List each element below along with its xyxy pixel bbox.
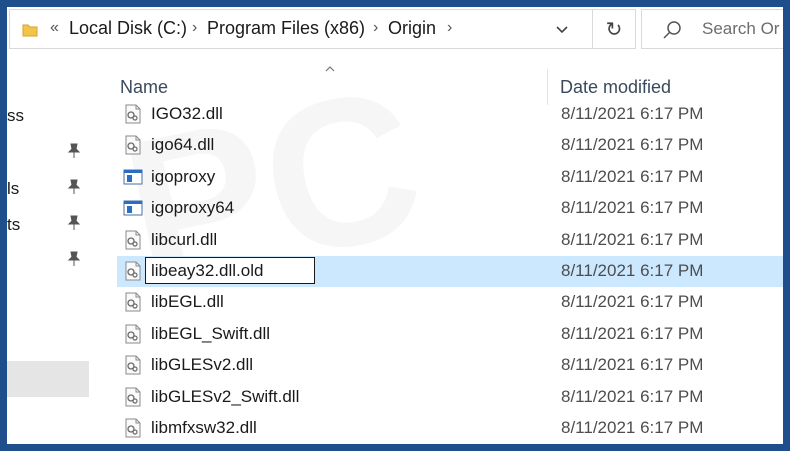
dll-file-icon (125, 324, 141, 344)
nav-item-label[interactable]: ts (7, 215, 20, 235)
file-row[interactable]: IGO32.dll 8/11/2021 6:17 PM (117, 99, 783, 130)
application-icon (123, 200, 143, 216)
rename-input[interactable] (145, 257, 315, 284)
file-date-modified: 8/11/2021 6:17 PM (561, 198, 704, 218)
file-row[interactable]: libcurl.dll 8/11/2021 6:17 PM (117, 225, 783, 256)
pin-icon[interactable] (67, 143, 81, 159)
file-row[interactable]: 8/11/2021 6:17 PM (117, 256, 783, 287)
breadcrumb-origin[interactable]: Origin (388, 18, 436, 39)
file-name: IGO32.dll (151, 104, 223, 123)
file-date-modified: 8/11/2021 6:17 PM (561, 355, 704, 375)
file-name: igo64.dll (151, 135, 215, 155)
file-name: libEGL_Swift.dll (151, 323, 271, 343)
nav-selected-item[interactable] (7, 361, 89, 397)
search-box[interactable]: Search Or (641, 9, 783, 49)
breadcrumb-separator-icon[interactable]: › (373, 19, 378, 37)
search-icon (663, 21, 681, 39)
sort-ascending-icon (325, 66, 335, 72)
refresh-icon: ↻ (605, 18, 623, 41)
column-header-date-modified[interactable]: Date modified (560, 77, 671, 98)
dll-file-icon (125, 418, 141, 438)
nav-item-label[interactable]: ls (7, 179, 19, 199)
dll-file-icon (125, 261, 141, 281)
file-date-modified: 8/11/2021 6:17 PM (561, 229, 704, 249)
dll-file-icon (125, 387, 141, 407)
dll-file-icon (125, 355, 141, 375)
folder-icon (22, 24, 38, 37)
dll-file-icon (125, 135, 141, 155)
file-row[interactable]: igoproxy 8/11/2021 6:17 PM (117, 162, 783, 193)
dll-file-icon (125, 104, 141, 124)
refresh-button[interactable]: ↻ (592, 9, 636, 49)
file-name: libGLESv2_Swift.dll (151, 386, 300, 406)
address-bar[interactable]: « Local Disk (C:) › Program Files (x86) … (9, 9, 594, 49)
pin-icon[interactable] (67, 215, 81, 231)
file-row[interactable]: libGLESv2_Swift.dll 8/11/2021 6:17 PM (117, 382, 783, 413)
file-row[interactable]: igo64.dll 8/11/2021 6:17 PM (117, 130, 783, 161)
file-date-modified: 8/11/2021 6:17 PM (561, 386, 704, 406)
file-row[interactable]: libmfxsw32.dll 8/11/2021 6:17 PM (117, 413, 783, 444)
file-name: libcurl.dll (151, 229, 218, 249)
file-date-modified: 8/11/2021 6:17 PM (561, 323, 704, 343)
navigation-pane: ss ls ts (7, 51, 97, 444)
file-date-modified: 8/11/2021 6:17 PM (561, 292, 704, 312)
file-explorer-window: PC « Local Disk (C:) › Program Files (x8… (7, 7, 783, 444)
file-row[interactable]: igoproxy64 8/11/2021 6:17 PM (117, 193, 783, 224)
file-date-modified: 8/11/2021 6:17 PM (561, 135, 704, 155)
pin-icon[interactable] (67, 251, 81, 267)
nav-item-label[interactable]: ss (7, 106, 24, 126)
breadcrumb-local-disk[interactable]: Local Disk (C:) (69, 18, 187, 39)
breadcrumb-overflow-icon[interactable]: « (50, 19, 59, 37)
column-header-name[interactable]: Name (120, 77, 168, 98)
breadcrumb-separator-icon[interactable]: › (192, 19, 197, 37)
file-name: igoproxy64 (151, 198, 235, 218)
file-row[interactable]: libEGL_Swift.dll 8/11/2021 6:17 PM (117, 319, 783, 350)
file-name: igoproxy (151, 166, 216, 186)
file-name: libEGL.dll (151, 292, 224, 312)
file-date-modified: 8/11/2021 6:17 PM (561, 418, 704, 437)
file-name: libGLESv2.dll (151, 355, 254, 375)
file-name: libmfxsw32.dll (151, 418, 257, 437)
file-date-modified: 8/11/2021 6:17 PM (561, 166, 704, 186)
chevron-down-icon[interactable] (555, 23, 569, 37)
search-placeholder: Search Or (702, 19, 780, 38)
file-date-modified: 8/11/2021 6:17 PM (561, 261, 704, 280)
dll-file-icon (125, 230, 141, 250)
dll-file-icon (125, 292, 141, 312)
file-row[interactable]: libGLESv2.dll 8/11/2021 6:17 PM (117, 350, 783, 381)
breadcrumb-program-files[interactable]: Program Files (x86) (207, 18, 365, 39)
file-row[interactable]: libEGL.dll 8/11/2021 6:17 PM (117, 287, 783, 318)
pin-icon[interactable] (67, 179, 81, 195)
breadcrumb-separator-icon[interactable]: › (447, 19, 452, 37)
application-icon (123, 169, 143, 185)
file-date-modified: 8/11/2021 6:17 PM (561, 104, 704, 123)
